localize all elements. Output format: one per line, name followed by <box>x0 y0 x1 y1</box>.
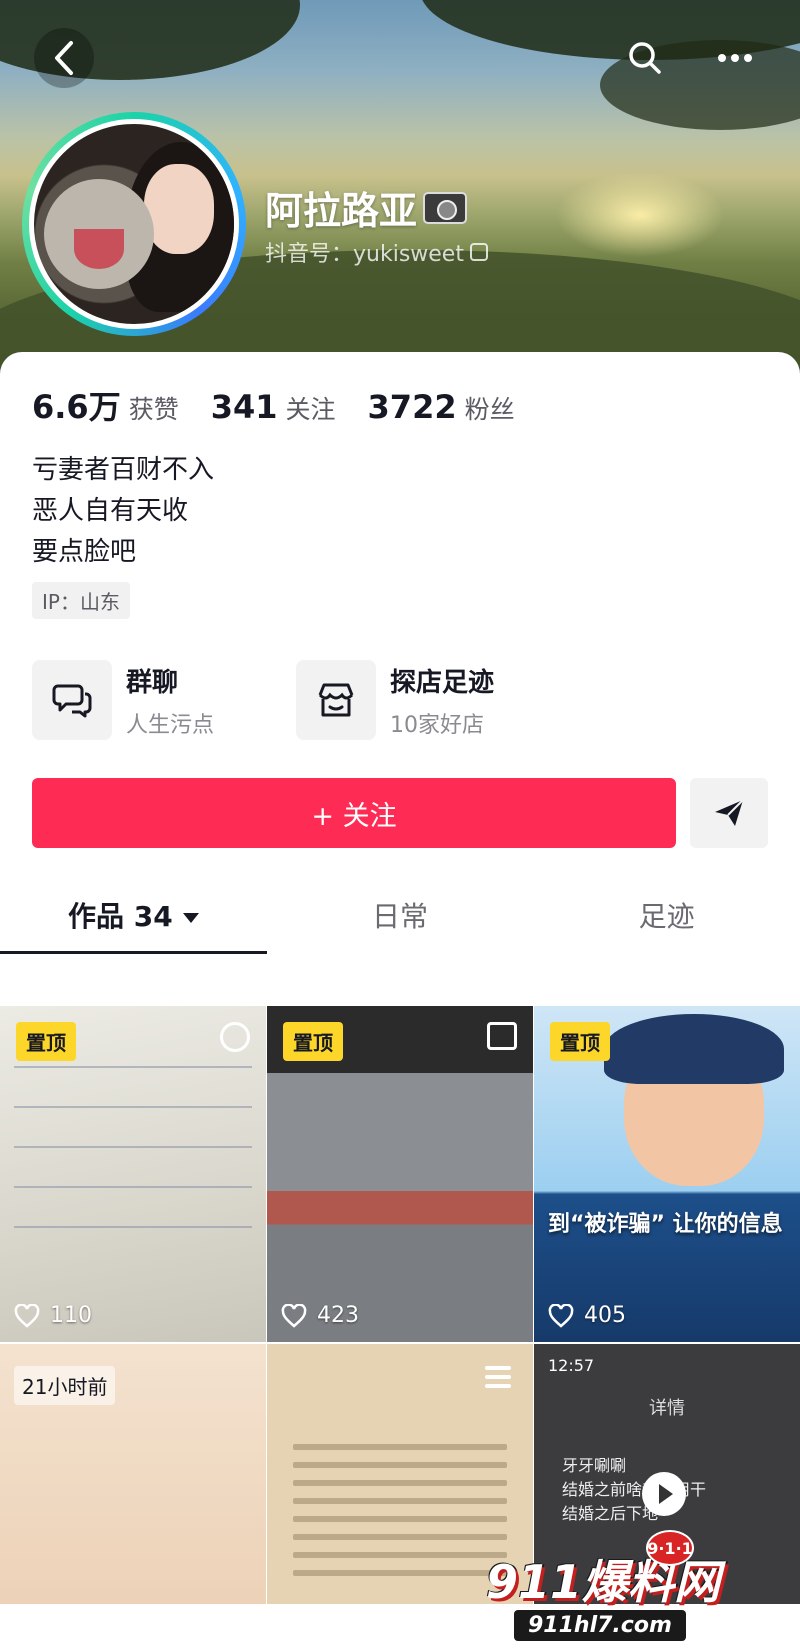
like-count: 423 <box>281 1303 359 1328</box>
cartoon-police-hat <box>604 1014 784 1084</box>
like-count: 405 <box>548 1303 626 1328</box>
message-line: 牙牙唰唰 <box>562 1456 627 1475</box>
stat-value: 341 <box>210 388 278 426</box>
pinned-badge: 置顶 <box>16 1022 76 1061</box>
pinned-badge: 置顶 <box>550 1022 610 1061</box>
list-icon <box>485 1366 511 1393</box>
storefront-icon <box>296 660 376 740</box>
like-count: 110 <box>14 1303 92 1328</box>
tab-works[interactable]: 作品 34 <box>0 892 267 954</box>
live-photo-icon <box>220 1022 250 1052</box>
heart-icon <box>281 1303 307 1328</box>
douyin-id[interactable]: 抖音号：yukisweet <box>265 236 488 268</box>
paper-line <box>14 1106 252 1108</box>
chat-bubbles-icon <box>32 660 112 740</box>
more-button[interactable] <box>705 28 765 88</box>
stat-label: 获赞 <box>128 395 179 424</box>
like-count-value: 423 <box>317 1303 359 1328</box>
bio-line: 要点脸吧 <box>32 537 137 567</box>
search-button[interactable] <box>615 28 675 88</box>
site-watermark: 911爆料网 9·1·1 911hl7.com <box>474 1530 794 1648</box>
tab-footprints[interactable]: 足迹 <box>533 892 800 952</box>
feature-title: 群聊 <box>126 667 179 698</box>
stat-value: 6.6万 <box>32 388 121 426</box>
video-thumbnail[interactable]: 置顶 110 <box>0 1006 266 1342</box>
message-line: 结婚之后下地 <box>562 1504 659 1523</box>
pinned-badge: 置顶 <box>283 1022 343 1061</box>
share-button[interactable] <box>690 778 768 848</box>
stat-label: 粉丝 <box>464 395 515 424</box>
tab-label: 足迹 <box>638 900 695 933</box>
ip-location-tag: IP：山东 <box>32 582 130 619</box>
nickname-text: 阿拉路亚 <box>265 189 418 233</box>
paper-line <box>14 1226 252 1228</box>
chevron-left-icon <box>55 41 73 75</box>
avatar-face <box>144 164 214 254</box>
avatar-dog <box>44 179 154 289</box>
time-ago-badge: 21小时前 <box>14 1366 116 1405</box>
stat-value: 3722 <box>367 388 457 426</box>
video-grid: 置顶 110 置顶 423 置顶 到“被诈骗” 让你的信息 405 21小时前 <box>0 1006 800 1604</box>
paper-line <box>14 1066 252 1068</box>
copy-icon <box>469 243 488 261</box>
avatar-image <box>29 119 239 329</box>
like-count-value: 110 <box>50 1303 92 1328</box>
feature-title: 探店足迹 <box>390 667 495 698</box>
group-chat-entry[interactable]: 群聊 人生污点 <box>32 660 214 740</box>
send-arrow-icon <box>715 799 744 826</box>
feature-subtitle: 人生污点 <box>126 712 215 738</box>
tab-label: 作品 34 <box>67 900 173 933</box>
paper-line <box>14 1186 252 1188</box>
watermark-badge: 9·1·1 <box>646 1530 694 1566</box>
screenshot-title: 详情 <box>649 1398 685 1419</box>
caret-down-icon <box>182 913 199 923</box>
video-thumbnail[interactable]: 置顶 到“被诈骗” 让你的信息 405 <box>534 1006 800 1342</box>
avatar[interactable] <box>22 112 246 336</box>
shop-visit-entry[interactable]: 探店足迹 10家好店 <box>296 660 494 740</box>
heart-icon <box>14 1303 40 1328</box>
feature-subtitle: 10家好店 <box>390 712 484 738</box>
tab-label: 日常 <box>372 900 429 933</box>
camera-icon <box>423 191 468 224</box>
more-dots-icon <box>718 54 752 62</box>
douyin-id-text: 抖音号：yukisweet <box>265 242 464 267</box>
like-count-value: 405 <box>584 1303 626 1328</box>
stat-following[interactable]: 341 关注 <box>211 388 336 426</box>
video-thumbnail[interactable]: 置顶 423 <box>267 1006 533 1342</box>
play-icon <box>642 1472 686 1516</box>
content-tabs: 作品 34 日常 足迹 <box>0 892 800 954</box>
tab-daily[interactable]: 日常 <box>267 892 534 952</box>
bio-line: 亏妻者百财不入 <box>32 455 215 485</box>
video-thumbnail[interactable]: 21小时前 <box>0 1344 266 1604</box>
paper-line <box>14 1146 252 1148</box>
multi-image-icon <box>487 1022 517 1050</box>
back-button[interactable] <box>34 28 94 88</box>
profile-bio: 亏妻者百财不入 恶人自有天收 要点脸吧 <box>32 450 214 573</box>
stat-label: 关注 <box>285 395 336 424</box>
bio-line: 恶人自有天收 <box>32 496 189 526</box>
watermark-url: 911hl7.com <box>514 1610 686 1641</box>
stat-likes[interactable]: 6.6万 获赞 <box>32 382 179 428</box>
stat-followers[interactable]: 3722 粉丝 <box>368 388 515 426</box>
screenshot-status-time: 12:57 <box>548 1356 595 1375</box>
search-icon <box>629 42 661 74</box>
heart-icon <box>548 1303 574 1328</box>
profile-nickname: 阿拉路亚 <box>265 180 468 235</box>
stats-row: 6.6万 获赞 341 关注 3722 粉丝 <box>32 382 547 428</box>
thumbnail-overlay-text: 到“被诈骗” 让你的信息 <box>548 1212 783 1237</box>
follow-button[interactable]: + 关注 <box>32 778 676 848</box>
